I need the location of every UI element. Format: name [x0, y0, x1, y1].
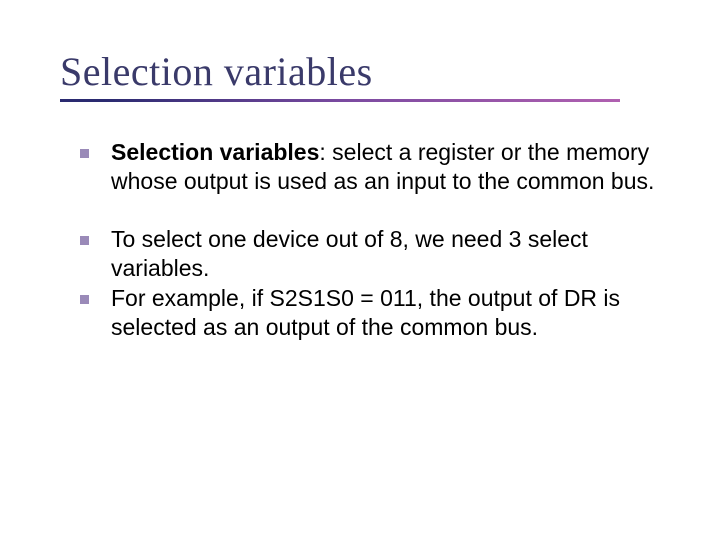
title-underline: [60, 99, 620, 102]
square-bullet-icon: [80, 149, 89, 158]
bullet-text: To select one device out of 8, we need 3…: [111, 225, 660, 284]
square-bullet-icon: [80, 295, 89, 304]
bullet-rest: To select one device out of 8, we need 3…: [111, 226, 588, 281]
bullet-rest: For example, if S2S1S0 = 011, the output…: [111, 285, 620, 340]
bullet-bold-lead: Selection variables: [111, 139, 319, 165]
square-bullet-icon: [80, 236, 89, 245]
bullet-item: Selection variables: select a register o…: [80, 138, 660, 197]
slide: Selection variables Selection variables:…: [0, 0, 720, 540]
slide-body: Selection variables: select a register o…: [60, 138, 660, 343]
slide-title: Selection variables: [60, 48, 660, 95]
bullet-item: For example, if S2S1S0 = 011, the output…: [80, 284, 660, 343]
bullet-text: Selection variables: select a register o…: [111, 138, 660, 197]
bullet-text: For example, if S2S1S0 = 011, the output…: [111, 284, 660, 343]
bullet-item: To select one device out of 8, we need 3…: [80, 225, 660, 284]
